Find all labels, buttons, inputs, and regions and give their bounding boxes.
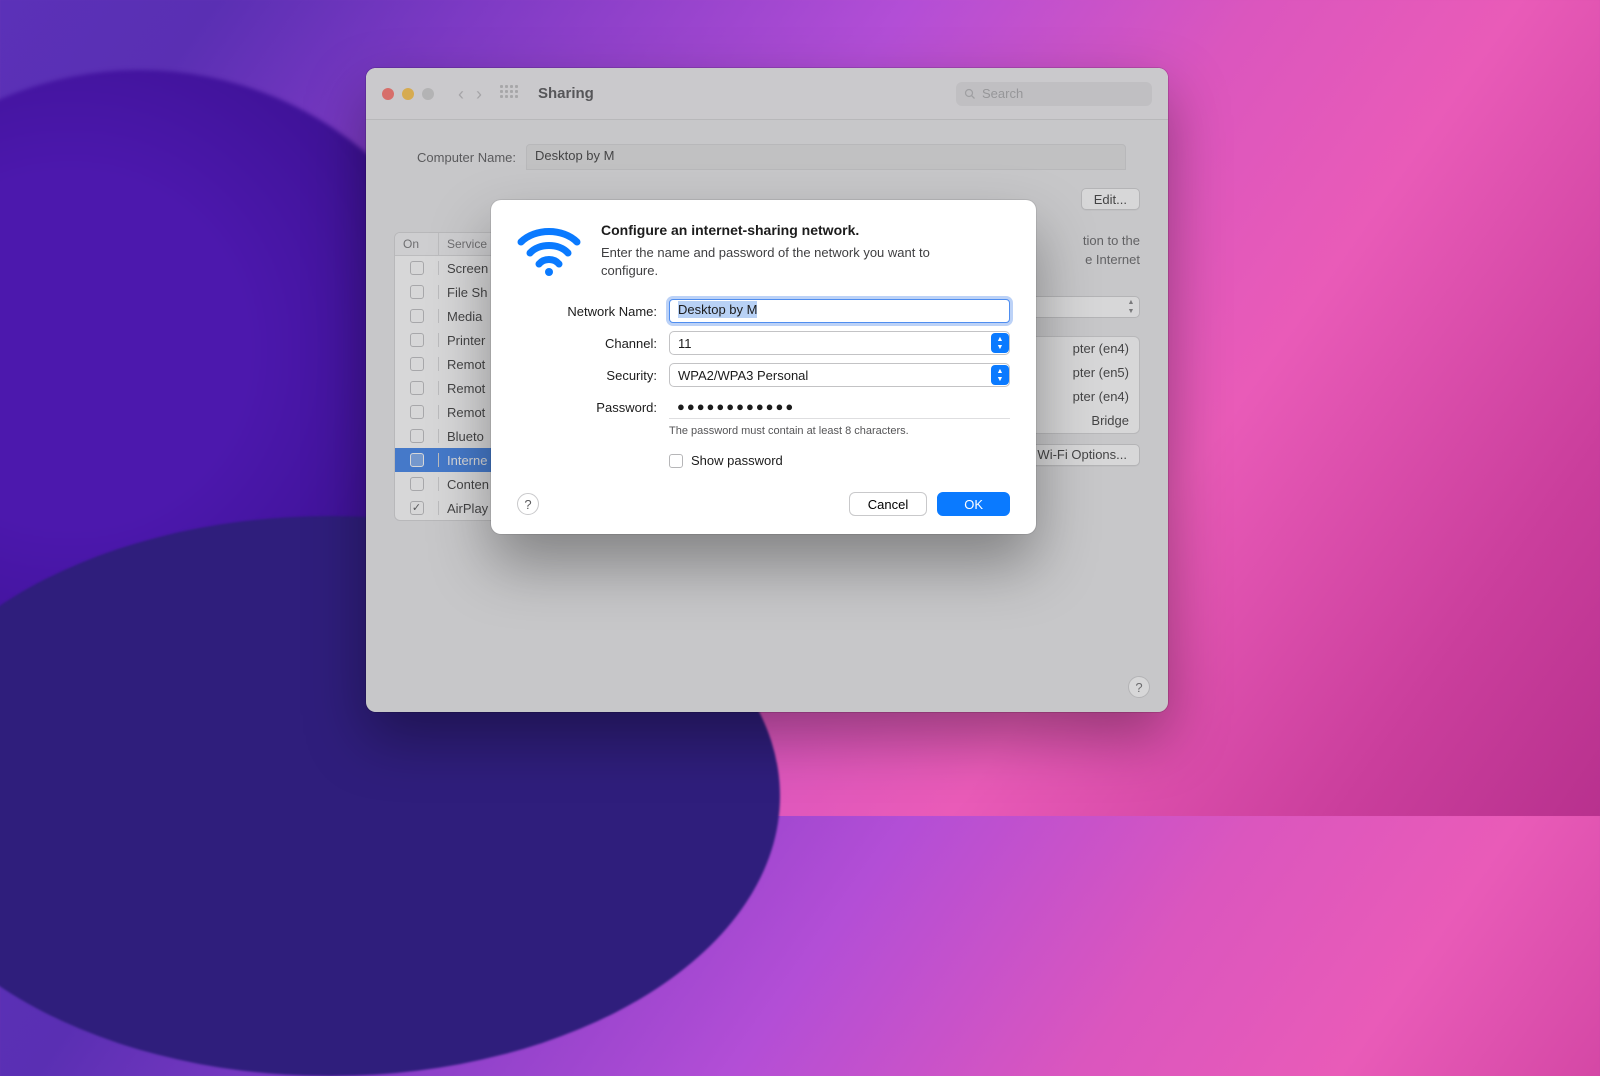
service-checkbox[interactable] bbox=[410, 309, 424, 323]
show-password-checkbox[interactable] bbox=[669, 454, 683, 468]
security-label: Security: bbox=[517, 368, 657, 383]
chevron-up-down-icon: ▲▼ bbox=[991, 365, 1009, 385]
computer-name-label: Computer Name: bbox=[394, 150, 516, 165]
dialog-help-button[interactable]: ? bbox=[517, 493, 539, 515]
computer-name-field[interactable]: Desktop by M bbox=[526, 144, 1126, 170]
chevron-up-down-icon: ▲▼ bbox=[1123, 297, 1139, 317]
password-hint: The password must contain at least 8 cha… bbox=[669, 425, 1010, 437]
back-button[interactable]: ‹ bbox=[458, 85, 464, 103]
password-label: Password: bbox=[517, 400, 657, 415]
service-checkbox[interactable] bbox=[410, 501, 424, 515]
network-name-label: Network Name: bbox=[517, 304, 657, 319]
titlebar: ‹ › Sharing Search bbox=[366, 68, 1168, 120]
window-title: Sharing bbox=[538, 85, 594, 102]
service-checkbox[interactable] bbox=[410, 405, 424, 419]
chevron-up-down-icon: ▲▼ bbox=[991, 333, 1009, 353]
dialog-subtitle: Enter the name and password of the netwo… bbox=[601, 244, 961, 280]
service-checkbox[interactable] bbox=[410, 429, 424, 443]
search-input[interactable]: Search bbox=[956, 82, 1152, 106]
close-window-button[interactable] bbox=[382, 88, 394, 100]
service-checkbox[interactable] bbox=[410, 381, 424, 395]
minimize-window-button[interactable] bbox=[402, 88, 414, 100]
password-field[interactable]: ●●●●●●●●●●●● bbox=[669, 395, 1010, 419]
show-password-label: Show password bbox=[691, 453, 783, 468]
column-on: On bbox=[395, 233, 439, 255]
wifi-options-button[interactable]: Wi-Fi Options... bbox=[1024, 444, 1140, 466]
port-label: Bridge bbox=[1091, 413, 1129, 428]
search-placeholder: Search bbox=[982, 86, 1023, 101]
port-label: pter (en4) bbox=[1073, 341, 1129, 356]
service-checkbox[interactable] bbox=[410, 261, 424, 275]
ok-button[interactable]: OK bbox=[937, 492, 1010, 516]
channel-label: Channel: bbox=[517, 336, 657, 351]
service-checkbox[interactable] bbox=[410, 333, 424, 347]
channel-select[interactable]: 11 ▲▼ bbox=[669, 331, 1010, 355]
configure-network-dialog: Configure an internet-sharing network. E… bbox=[491, 200, 1036, 534]
network-name-field[interactable]: Desktop by M bbox=[669, 299, 1010, 323]
service-checkbox[interactable] bbox=[410, 453, 424, 467]
security-select[interactable]: WPA2/WPA3 Personal ▲▼ bbox=[669, 363, 1010, 387]
service-checkbox[interactable] bbox=[410, 285, 424, 299]
window-controls bbox=[382, 88, 434, 100]
edit-button[interactable]: Edit... bbox=[1081, 188, 1140, 210]
dialog-title: Configure an internet-sharing network. bbox=[601, 222, 961, 238]
cancel-button[interactable]: Cancel bbox=[849, 492, 927, 516]
search-icon bbox=[964, 88, 976, 100]
port-label: pter (en5) bbox=[1073, 365, 1129, 380]
wifi-icon bbox=[517, 222, 581, 281]
forward-button[interactable]: › bbox=[476, 85, 482, 103]
service-checkbox[interactable] bbox=[410, 477, 424, 491]
service-checkbox[interactable] bbox=[410, 357, 424, 371]
show-all-icon[interactable] bbox=[500, 85, 518, 103]
port-label: pter (en4) bbox=[1073, 389, 1129, 404]
help-button[interactable]: ? bbox=[1128, 676, 1150, 698]
nav-arrows: ‹ › bbox=[458, 85, 482, 103]
zoom-window-button[interactable] bbox=[422, 88, 434, 100]
